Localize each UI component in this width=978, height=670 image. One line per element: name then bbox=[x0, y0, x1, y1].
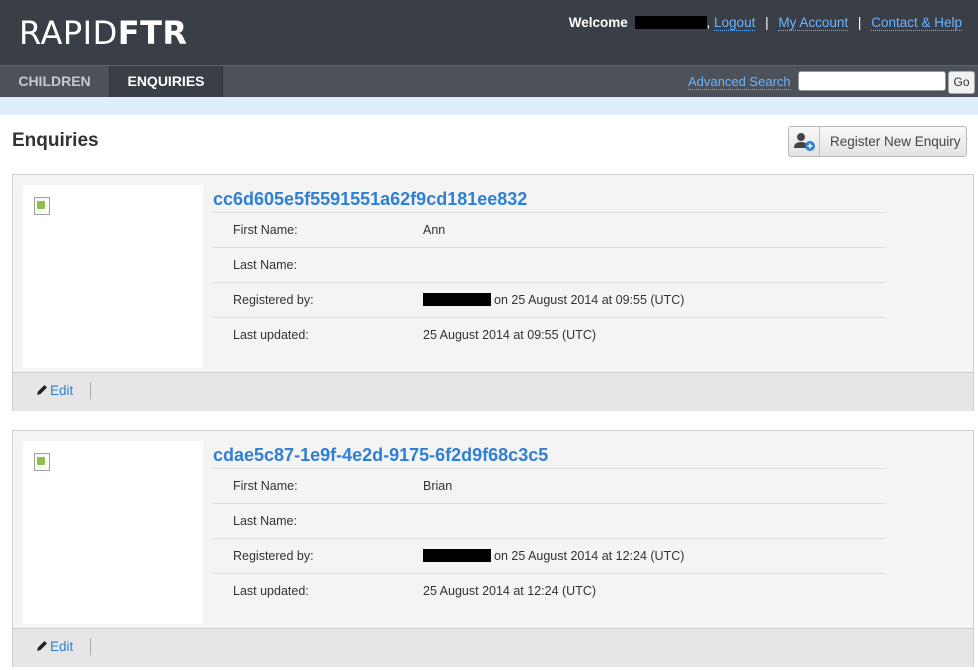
enquiry-photo[interactable] bbox=[23, 441, 203, 624]
field-row-last-updated: Last updated: 25 August 2014 at 09:55 (U… bbox=[213, 317, 886, 352]
search-go-button[interactable]: Go bbox=[948, 71, 975, 94]
last-updated-label: Last updated: bbox=[233, 328, 309, 342]
field-row-first-name: First Name: Ann bbox=[213, 212, 886, 247]
first-name-value: Ann bbox=[423, 223, 446, 237]
enquiry-photo[interactable] bbox=[23, 185, 203, 368]
redacted-registrar bbox=[423, 293, 491, 306]
redacted-registrar bbox=[423, 549, 491, 562]
broken-image-icon bbox=[34, 197, 50, 215]
app-logo[interactable]: RAPIDFTR bbox=[19, 14, 188, 52]
tab-enquiries[interactable]: ENQUIRIES bbox=[110, 66, 223, 105]
last-updated-label: Last updated: bbox=[233, 584, 309, 598]
card-footer: Edit bbox=[13, 628, 973, 667]
first-name-label: First Name: bbox=[233, 223, 298, 237]
enquiry-id-link[interactable]: cdae5c87-1e9f-4e2d-9175-6f2d9f68c3c5 bbox=[213, 445, 548, 466]
field-row-last-name: Last Name: bbox=[213, 503, 886, 538]
search-input[interactable] bbox=[798, 71, 946, 91]
enquiry-card: cc6d605e5f5591551a62f9cd181ee832 First N… bbox=[12, 174, 974, 411]
edit-button[interactable]: Edit bbox=[36, 383, 73, 399]
registered-by-label: Registered by: bbox=[233, 549, 314, 563]
app-header: RAPIDFTR Welcome , Logout | My Account |… bbox=[0, 0, 978, 65]
broken-image-icon bbox=[34, 453, 50, 471]
last-name-label: Last Name: bbox=[233, 514, 297, 528]
field-row-first-name: First Name: Brian bbox=[213, 468, 886, 503]
registered-by-label: Registered by: bbox=[233, 293, 314, 307]
field-row-last-name: Last Name: bbox=[213, 247, 886, 282]
enquiry-fields: First Name: Ann Last Name: Registered by… bbox=[213, 212, 886, 352]
field-row-last-updated: Last updated: 25 August 2014 at 12:24 (U… bbox=[213, 573, 886, 608]
register-new-enquiry-button[interactable]: Register New Enquiry bbox=[788, 126, 967, 157]
tab-children[interactable]: CHILDREN bbox=[0, 66, 110, 97]
footer-divider bbox=[90, 638, 91, 655]
field-row-registered-by: Registered by: on 25 August 2014 at 09:5… bbox=[213, 282, 886, 317]
contact-help-link[interactable]: Contact & Help bbox=[871, 15, 962, 31]
enquiry-fields: First Name: Brian Last Name: Registered … bbox=[213, 468, 886, 608]
register-new-enquiry-label: Register New Enquiry bbox=[830, 134, 961, 149]
edit-button[interactable]: Edit bbox=[36, 639, 73, 655]
last-updated-value: 25 August 2014 at 09:55 (UTC) bbox=[423, 328, 597, 342]
last-name-label: Last Name: bbox=[233, 258, 297, 272]
tab-enquiries-label: ENQUIRIES bbox=[127, 73, 205, 89]
last-updated-value: 25 August 2014 at 12:24 (UTC) bbox=[423, 584, 597, 598]
pencil-icon bbox=[36, 384, 48, 399]
redacted-username bbox=[634, 16, 707, 29]
edit-label: Edit bbox=[50, 383, 74, 398]
add-user-icon bbox=[789, 127, 820, 156]
page-title: Enquiries bbox=[12, 130, 99, 151]
advanced-search-link[interactable]: Advanced Search bbox=[688, 74, 791, 90]
logo-text-thin: RAPID bbox=[19, 14, 118, 52]
enquiry-id-link[interactable]: cc6d605e5f5591551a62f9cd181ee832 bbox=[213, 189, 527, 210]
logo-text-bold: FTR bbox=[117, 14, 188, 52]
card-footer: Edit bbox=[13, 372, 973, 411]
logout-link[interactable]: Logout bbox=[714, 15, 756, 31]
my-account-link[interactable]: My Account bbox=[778, 15, 849, 31]
first-name-value: Brian bbox=[423, 479, 453, 493]
field-row-registered-by: Registered by: on 25 August 2014 at 12:2… bbox=[213, 538, 886, 573]
user-nav: Welcome , Logout | My Account | Contact … bbox=[568, 15, 962, 31]
footer-divider bbox=[90, 382, 91, 399]
main-nav: CHILDREN ENQUIRIES Advanced Search Go bbox=[0, 65, 978, 105]
enquiry-card: cdae5c87-1e9f-4e2d-9175-6f2d9f68c3c5 Fir… bbox=[12, 430, 974, 667]
pencil-icon bbox=[36, 640, 48, 655]
welcome-label: Welcome bbox=[568, 15, 628, 30]
edit-label: Edit bbox=[50, 639, 74, 654]
first-name-label: First Name: bbox=[233, 479, 298, 493]
registered-on-value: on 25 August 2014 at 12:24 (UTC) bbox=[494, 549, 685, 563]
registered-on-value: on 25 August 2014 at 09:55 (UTC) bbox=[494, 293, 685, 307]
header-strip bbox=[0, 97, 978, 115]
